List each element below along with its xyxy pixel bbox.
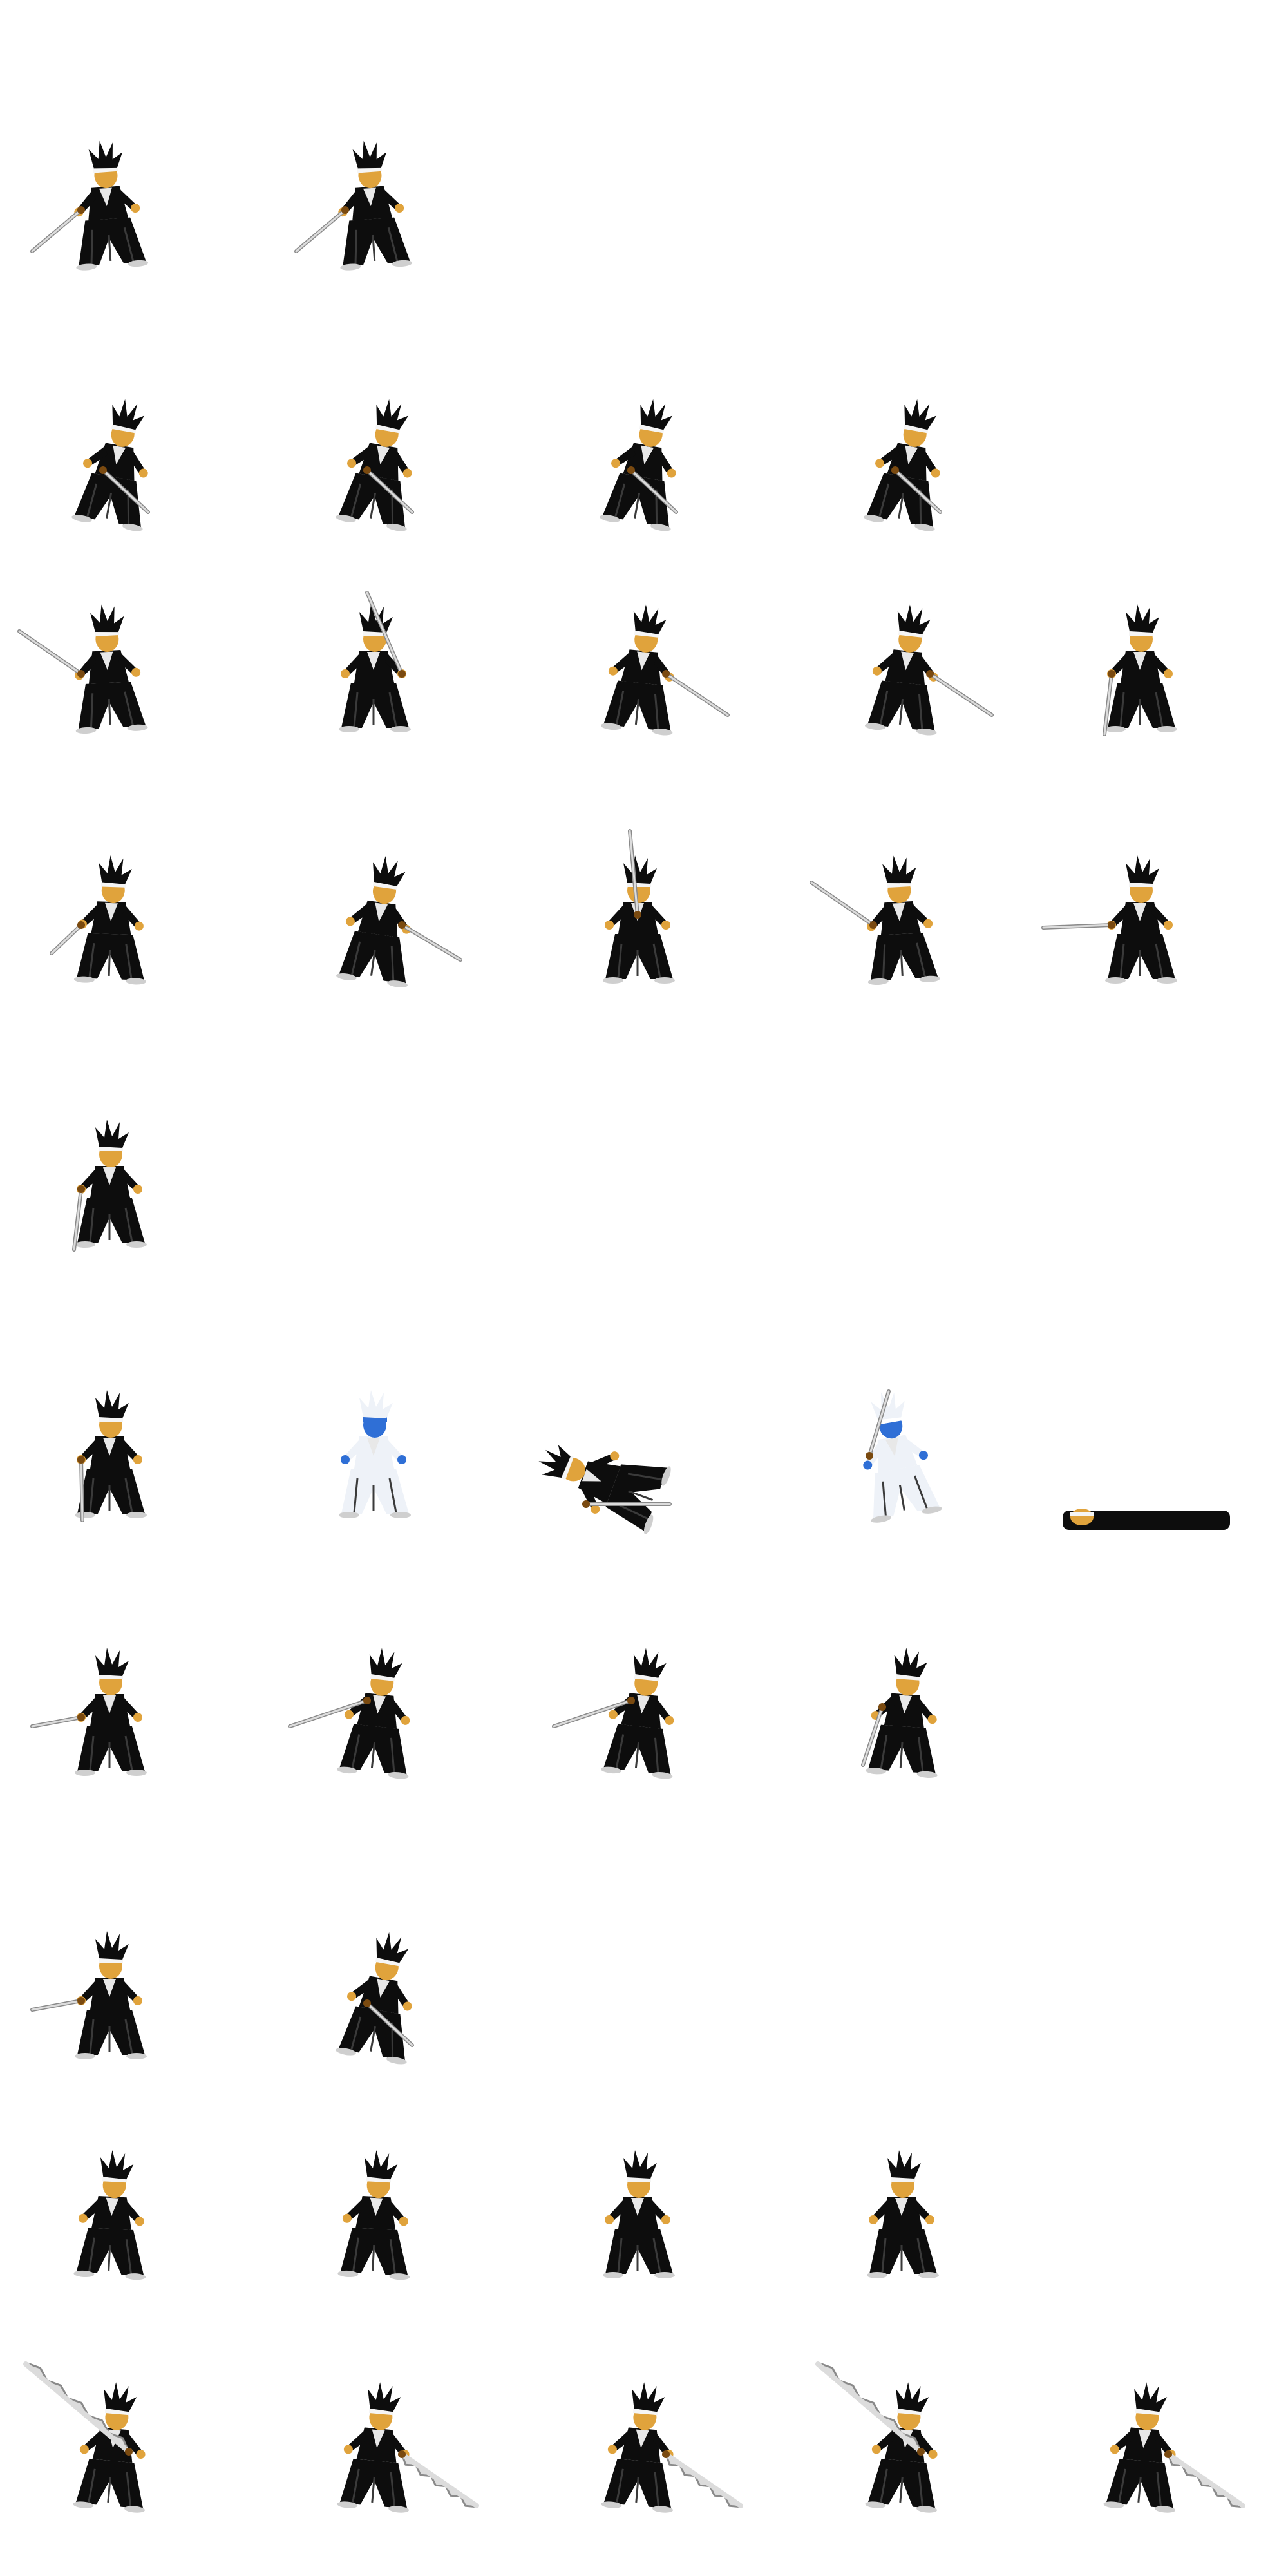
sprite-frame [13,2126,206,2319]
samurai-sprite-icon [815,2361,938,2513]
sprite-frame [541,580,734,773]
samurai-sprite-icon [71,399,150,531]
samurai-sprite-icon [30,140,149,271]
sprite-frame [277,1366,470,1559]
samurai-sprite-icon [552,1648,674,1779]
sprite-frame [277,580,470,773]
sprite-frame [1043,1366,1236,1559]
samurai-sprite-icon [1063,1509,1230,1530]
sprite-frame [13,1366,206,1559]
sprite-frame [13,374,206,567]
sprite-frame [805,1623,998,1817]
sprite-frame [13,116,206,309]
sprite-frame [805,831,998,1024]
sprite-frame [541,829,734,1024]
sprite-frame [277,1907,470,2100]
samurai-sprite-icon [1103,2382,1245,2513]
samurai-sprite-icon [339,1390,411,1518]
sprite-frame [805,580,998,773]
samurai-sprite-icon [1103,604,1177,736]
samurai-sprite-icon [337,2382,479,2513]
samurai-sprite-icon [600,399,678,531]
sprite-frame [541,374,734,567]
samurai-sprite-icon [23,2361,146,2513]
samurai-sprite-icon [336,1932,414,2065]
samurai-sprite-icon [861,1648,938,1778]
sprite-frame [277,831,470,1024]
samurai-sprite-icon [600,604,730,736]
sprite-frame [277,2358,479,2551]
samurai-sprite-icon [810,855,940,986]
sprite-frame [805,374,998,567]
samurai-sprite-icon [50,855,146,985]
sprite-frame [1043,580,1236,773]
sprite-frame [13,831,206,1024]
samurai-sprite-icon [336,399,414,531]
samurai-sprite-icon [863,1389,942,1523]
sprite-frame [541,2126,734,2319]
sprite-frame [541,1623,734,1817]
samurai-sprite-icon [1041,855,1177,984]
sprite-frame [541,2358,743,2551]
sprite-frame [277,2126,470,2319]
samurai-sprite-icon [339,591,411,732]
sprite-frame [13,2358,206,2551]
sprite-frame [13,580,206,773]
sprite-frame [13,1623,206,1817]
samurai-sprite-icon [864,399,942,531]
sprite-frame [1043,2358,1245,2551]
samurai-sprite-icon [288,1648,410,1779]
samurai-sprite-icon [867,2150,939,2278]
samurai-sprite-icon [73,2150,146,2280]
samurai-sprite-icon [864,604,994,736]
samurai-sprite-icon [603,829,675,984]
samurai-sprite-icon [294,140,413,271]
samurai-sprite-icon [30,1648,147,1776]
sprite-frame [277,374,470,567]
samurai-sprite-icon [72,1120,147,1252]
sprite-frame [805,1366,998,1559]
sprite-frame [277,116,470,309]
samurai-sprite-icon [337,2150,410,2280]
samurai-sprite-icon [17,604,148,734]
sprite-frame [13,1907,206,2100]
sprite-frame [805,2358,998,2551]
sprite-frame [538,1366,734,1559]
samurai-sprite-icon [30,1931,147,2059]
samurai-sprite-icon [601,2382,743,2513]
samurai-sprite-icon [336,856,462,987]
samurai-sprite-icon [75,1390,147,1522]
samurai-sprite-icon [603,2150,675,2278]
sprite-frame [277,1623,470,1817]
sprite-sheet [0,0,1288,2576]
sprite-frame [805,2126,998,2319]
sprite-frame [13,1095,206,1288]
sprite-frame [1041,831,1236,1024]
samurai-sprite-icon [538,1445,672,1534]
